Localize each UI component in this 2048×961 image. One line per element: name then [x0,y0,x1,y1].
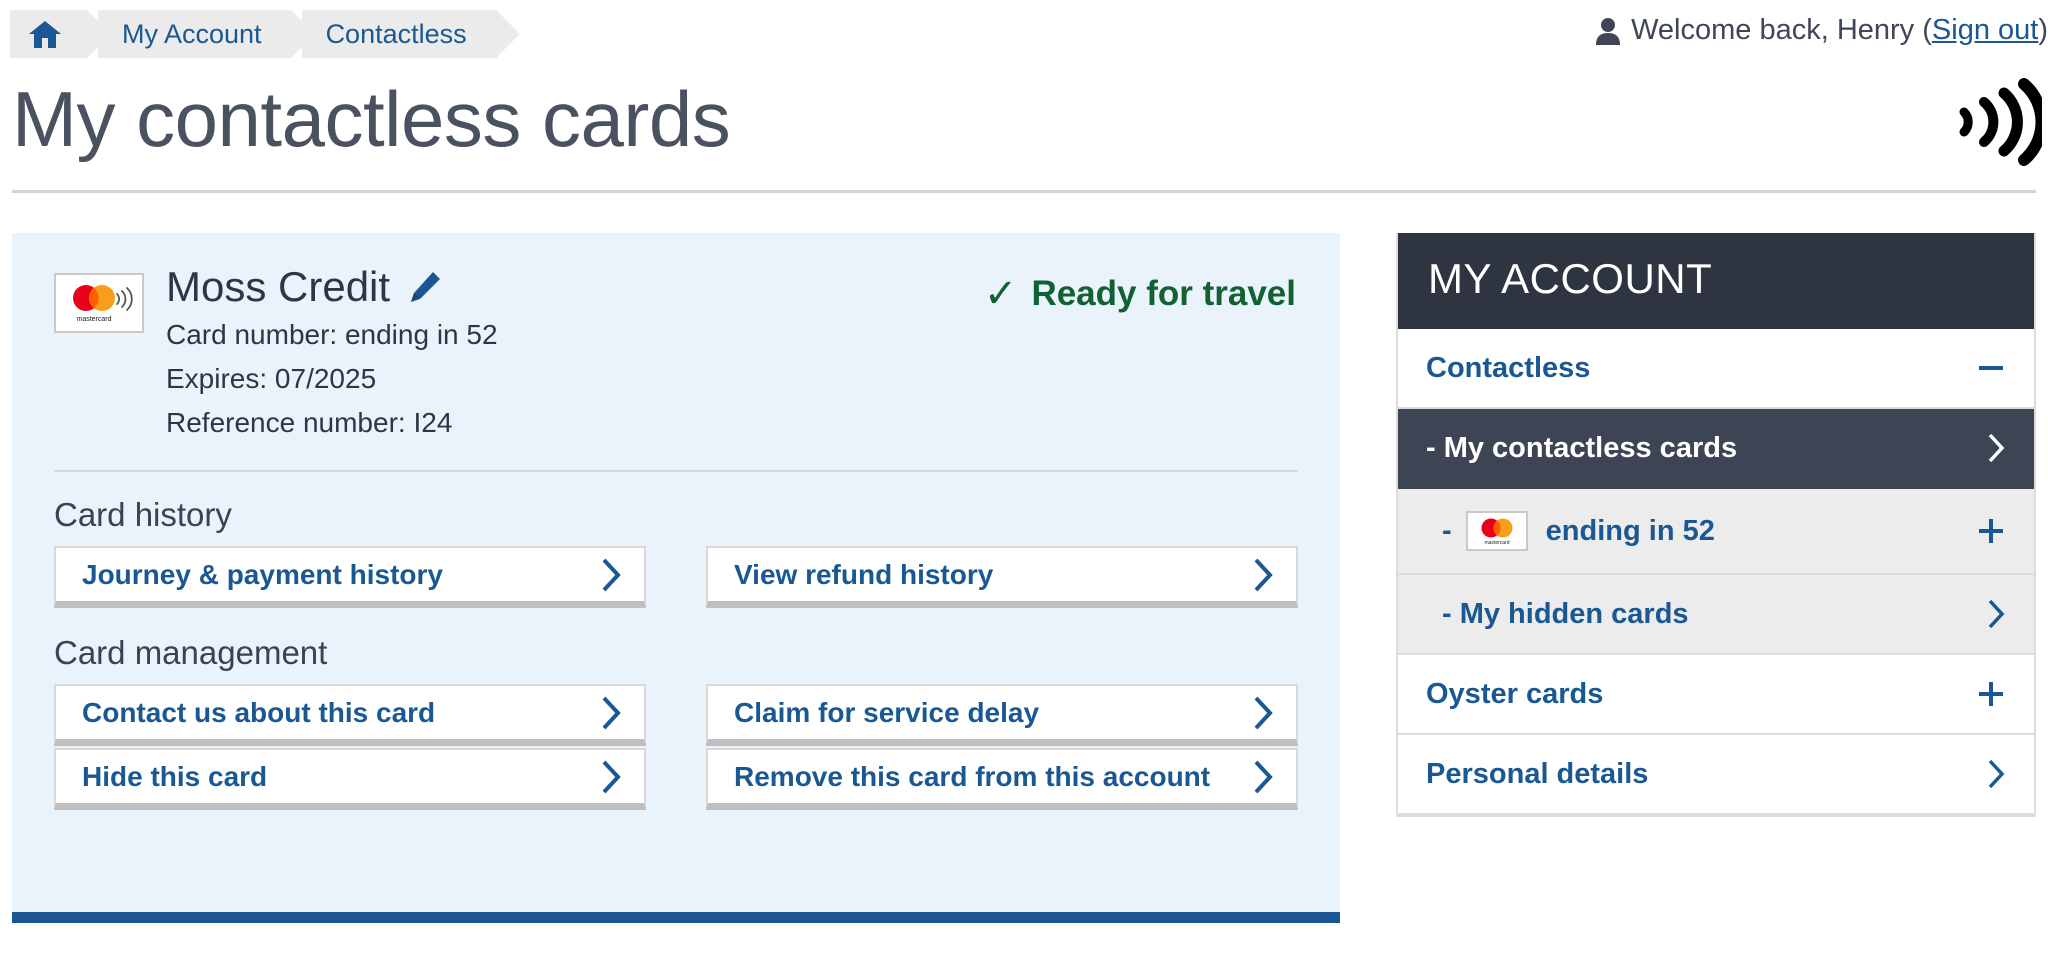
header-divider [12,190,2036,193]
sidebar-item-contactless[interactable]: Contactless [1398,329,2034,409]
chevron-right-icon [1252,558,1274,592]
contactless-waves-icon [1942,76,2048,173]
chevron-right-icon [600,558,622,592]
card-number: Card number: ending in 52 [166,319,498,350]
claim-service-delay-button[interactable]: Claim for service delay [706,684,1298,747]
status-badge: ✓ Ready for travel [984,271,1296,317]
chevron-right-icon [1252,760,1274,794]
contact-us-about-card-button[interactable]: Contact us about this card [54,684,646,747]
sidebar-item-oyster-cards[interactable]: Oyster cards [1398,655,2034,735]
page-header: My contactless cards [0,64,2048,174]
chevron-right-icon [1986,433,2006,463]
chevron-right-icon [600,696,622,730]
mastercard-icon: mastercard [1465,511,1528,551]
page-title: My contactless cards [12,75,731,163]
card-history-buttons: Journey & payment history View refund hi… [12,546,1340,610]
button-column: Contact us about this card Hide this car… [54,684,646,812]
view-refund-history-button[interactable]: View refund history [706,546,1298,609]
person-icon [1595,17,1621,45]
svg-text:mastercard: mastercard [76,316,111,323]
sidebar-item-label: ending in 52 [1545,514,1715,547]
card-header: mastercard Moss Credit Card number: endi… [12,233,1340,442]
button-column: View refund history [706,546,1298,610]
sidebar-item-personal-details[interactable]: Personal details [1398,735,2034,815]
button-label: Hide this card [82,760,268,792]
button-column: Journey & payment history [54,546,646,610]
card-management-buttons: Contact us about this card Hide this car… [12,684,1340,812]
chevron-right-icon [600,760,622,794]
main-layout: mastercard Moss Credit Card number: endi… [0,233,2048,923]
journey-payment-history-button[interactable]: Journey & payment history [54,546,646,609]
top-bar: My Account Contactless Welcome back, Hen… [0,0,2048,64]
card-expiry: Expires: 07/2025 [166,362,377,394]
chevron-right-icon [1252,696,1274,730]
welcome-text: Welcome back, Henry ( [1631,14,1932,46]
mastercard-contactless-icon: mastercard [54,273,144,333]
card-name-row: Moss Credit [166,263,498,311]
sidebar-item-label: Personal details [1426,757,1649,790]
sidebar-item-label: - My contactless cards [1426,431,1738,464]
home-icon [28,19,62,49]
card-details: Moss Credit Card number: ending in 52 Ex… [166,263,498,442]
button-label: Claim for service delay [734,696,1040,728]
sidebar-card-entry: - mastercard ending in 52 [1442,511,1715,551]
welcome-message: Welcome back, Henry (Sign out) [1595,14,2048,47]
breadcrumb-label: My Account [122,18,262,49]
minus-icon[interactable] [1976,353,2006,383]
plus-icon[interactable] [1976,516,2006,546]
check-icon: ✓ [983,272,1018,316]
breadcrumb-label: Contactless [325,18,467,49]
card-reference: Reference number: I24 [166,406,453,438]
sidebar-item-label: Contactless [1426,351,1591,384]
card-panel: mastercard Moss Credit Card number: endi… [12,233,1340,923]
button-label: Journey & payment history [82,558,443,590]
breadcrumb-home[interactable] [10,10,116,58]
svg-text:mastercard: mastercard [1484,540,1509,546]
sidebar-item-my-contactless-cards[interactable]: - My contactless cards [1398,409,2034,489]
section-title-card-history: Card history [54,496,232,534]
button-column: Claim for service delay Remove this card… [706,684,1298,812]
button-label: Remove this card from this account [734,760,1211,792]
chevron-right-icon [1986,599,2006,629]
section-title-card-management: Card management [54,634,328,672]
my-account-sidebar: MY ACCOUNT Contactless - My contactless … [1396,233,2036,817]
welcome-suffix: ) [2038,14,2048,46]
plus-icon[interactable] [1976,679,2006,709]
breadcrumb: My Account Contactless [10,10,525,58]
hide-this-card-button[interactable]: Hide this card [54,748,646,811]
sign-out-link[interactable]: Sign out [1932,14,2038,47]
card-divider [54,470,1298,473]
sidebar-item-label: - My hidden cards [1442,597,1689,630]
sidebar-item-card-ending-52[interactable]: - mastercard ending in 52 [1398,489,2034,575]
button-label: Contact us about this card [82,696,436,728]
sidebar-item-label: Oyster cards [1426,677,1604,710]
breadcrumb-item-contactless[interactable]: Contactless [301,10,525,58]
chevron-right-icon [1986,759,2006,789]
sidebar-title: MY ACCOUNT [1398,233,2034,329]
sidebar-item-my-hidden-cards[interactable]: - My hidden cards [1398,575,2034,655]
card-name: Moss Credit [166,263,391,310]
breadcrumb-item-my-account[interactable]: My Account [98,10,320,58]
button-label: View refund history [734,558,994,590]
status-label: Ready for travel [1031,274,1296,313]
sidebar-item-dash: - [1442,514,1452,547]
pencil-edit-icon[interactable] [408,270,442,304]
remove-card-button[interactable]: Remove this card from this account [706,748,1298,811]
